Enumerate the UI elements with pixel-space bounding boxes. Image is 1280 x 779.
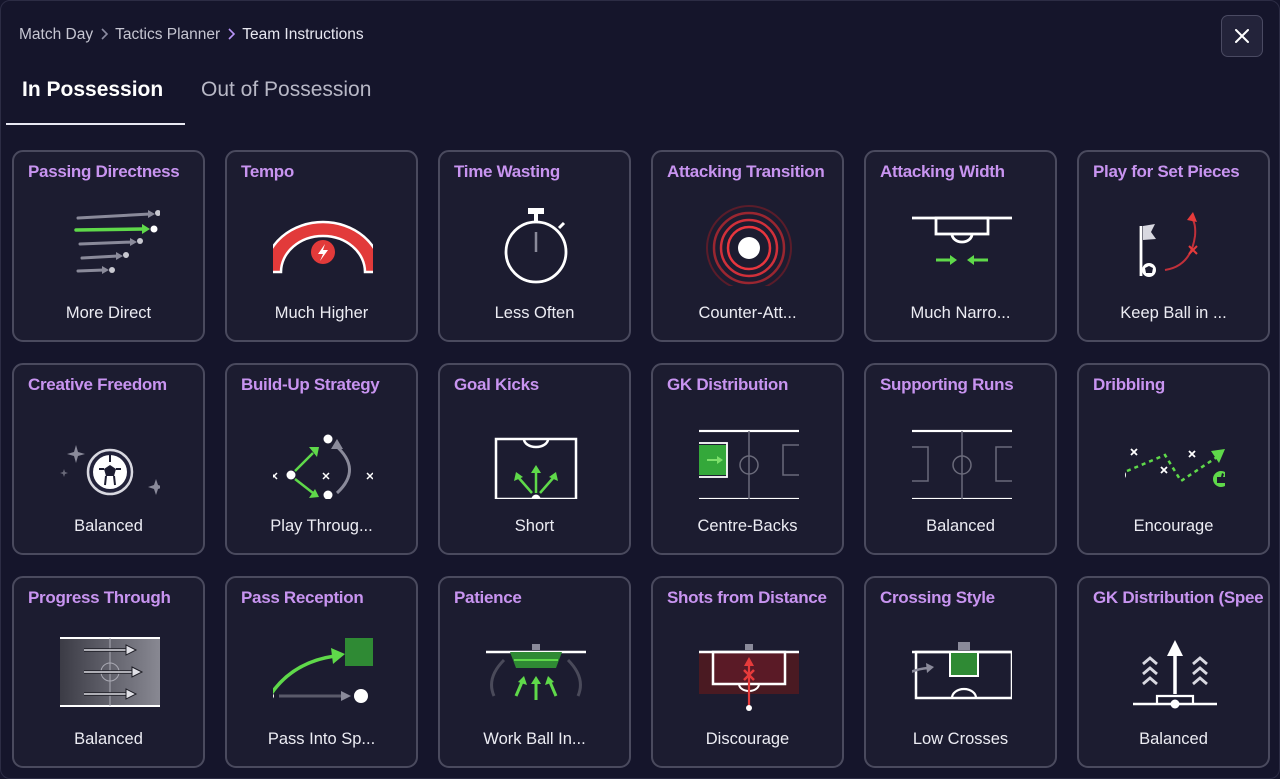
close-icon	[1235, 29, 1249, 43]
card-title: Progress Through	[28, 588, 171, 607]
breadcrumb-item-match-day[interactable]: Match Day	[19, 26, 93, 44]
card-value: Much Narro...	[910, 304, 1011, 322]
card-value: Counter-Att...	[698, 304, 797, 322]
tempo-gauge-icon	[273, 196, 373, 286]
card-title: Passing Directness	[28, 162, 180, 181]
close-button[interactable]	[1221, 15, 1263, 57]
card-title: Goal Kicks	[454, 375, 539, 394]
card-title: GK Distribution	[667, 375, 789, 394]
instruction-card-supporting-runs[interactable]: Supporting Runs Balanced	[864, 363, 1057, 555]
card-title: Crossing Style	[880, 588, 995, 607]
card-title: Pass Reception	[241, 588, 364, 607]
instruction-card-goal-kicks[interactable]: Goal Kicks Short	[438, 363, 631, 555]
breadcrumb: Match Day Tactics Planner Team Instructi…	[19, 26, 364, 44]
card-value: Balanced	[74, 730, 143, 748]
card-title: GK Distribution (Speed)	[1093, 588, 1264, 607]
instruction-card-tempo[interactable]: Tempo Much Higher	[225, 150, 418, 342]
card-title: Tempo	[241, 162, 294, 181]
instruction-card-gk-distribution-speed[interactable]: GK Distribution (Speed) Balanced	[1077, 576, 1270, 768]
card-value: Balanced	[926, 517, 995, 535]
card-title: Patience	[454, 588, 522, 607]
crossing-style-icon	[912, 622, 1012, 712]
instruction-card-crossing-style[interactable]: Crossing Style Low Crosses	[864, 576, 1057, 768]
dribbling-icon	[1125, 409, 1225, 499]
card-value: Low Crosses	[912, 730, 1009, 748]
instruction-card-passing-directness[interactable]: Passing Directness More Direct	[12, 150, 205, 342]
card-title: Attacking Width	[880, 162, 1005, 181]
tab-in-possession[interactable]: In Possession	[22, 78, 163, 102]
card-title: Play for Set Pieces	[1093, 162, 1240, 181]
active-tab-indicator	[6, 123, 185, 125]
instruction-card-progress-through[interactable]: Progress Through Balanced	[12, 576, 205, 768]
gk-speed-icon	[1125, 622, 1225, 712]
card-title: Dribbling	[1093, 375, 1165, 394]
breadcrumb-item-current: Team Instructions	[242, 26, 364, 43]
card-value: Balanced	[1139, 730, 1208, 748]
pass-reception-icon	[273, 622, 373, 712]
chevron-right-icon	[226, 27, 236, 44]
card-title: Supporting Runs	[880, 375, 1014, 394]
instruction-card-time-wasting[interactable]: Time Wasting Less Often	[438, 150, 631, 342]
instruction-card-build-up-strategy[interactable]: Build-Up Strategy Play Throug...	[225, 363, 418, 555]
card-value: Work Ball In...	[483, 730, 586, 748]
attacking-width-icon	[912, 196, 1012, 286]
build-up-icon	[273, 409, 373, 499]
card-value: Play Throug...	[270, 517, 373, 535]
supporting-runs-pitch-icon	[912, 409, 1012, 499]
card-value: Centre-Backs	[697, 517, 798, 535]
card-title: Shots from Distance	[667, 588, 827, 607]
card-value: More Direct	[65, 304, 152, 322]
passing-directness-icon	[60, 196, 160, 286]
tab-out-of-possession[interactable]: Out of Possession	[201, 78, 371, 102]
chevron-right-icon	[99, 27, 109, 44]
instruction-grid: Passing Directness More Direct Tempo Muc…	[12, 150, 1270, 768]
instruction-card-dribbling[interactable]: Dribbling Encourage	[1077, 363, 1270, 555]
sparkle-ball-icon	[60, 409, 160, 499]
instruction-card-attacking-transition[interactable]: Attacking Transition Counter-Att...	[651, 150, 844, 342]
goal-kicks-icon	[486, 409, 586, 499]
card-value: Much Higher	[274, 304, 369, 322]
stopwatch-icon	[486, 196, 586, 286]
breadcrumb-item-tactics-planner[interactable]: Tactics Planner	[115, 26, 220, 44]
instruction-card-creative-freedom[interactable]: Creative Freedom Balanced	[12, 363, 205, 555]
patience-icon	[486, 622, 586, 712]
card-value: Encourage	[1133, 517, 1214, 535]
card-value: Short	[514, 517, 555, 535]
gk-distribution-pitch-icon	[699, 409, 799, 499]
card-value: Pass Into Sp...	[267, 730, 376, 748]
shots-distance-icon	[699, 622, 799, 712]
card-value: Discourage	[705, 730, 790, 748]
progress-through-icon	[60, 622, 160, 712]
card-title: Build-Up Strategy	[241, 375, 380, 394]
instruction-card-patience[interactable]: Patience Work Ball In...	[438, 576, 631, 768]
corner-flag-icon	[1125, 196, 1225, 286]
instruction-card-pass-reception[interactable]: Pass Reception Pass Into Sp...	[225, 576, 418, 768]
instruction-card-shots-from-distance[interactable]: Shots from Distance Discourage	[651, 576, 844, 768]
card-value: Balanced	[74, 517, 143, 535]
counter-attack-icon	[699, 196, 799, 286]
instruction-card-play-for-set-pieces[interactable]: Play for Set Pieces Keep Ball in ...	[1077, 150, 1270, 342]
card-title: Time Wasting	[454, 162, 560, 181]
instruction-card-attacking-width[interactable]: Attacking Width Much Narro...	[864, 150, 1057, 342]
instruction-card-gk-distribution[interactable]: GK Distribution Centre-Backs	[651, 363, 844, 555]
card-title: Attacking Transition	[667, 162, 825, 181]
card-value: Keep Ball in ...	[1120, 304, 1227, 322]
card-title: Creative Freedom	[28, 375, 167, 394]
card-value: Less Often	[494, 304, 575, 322]
